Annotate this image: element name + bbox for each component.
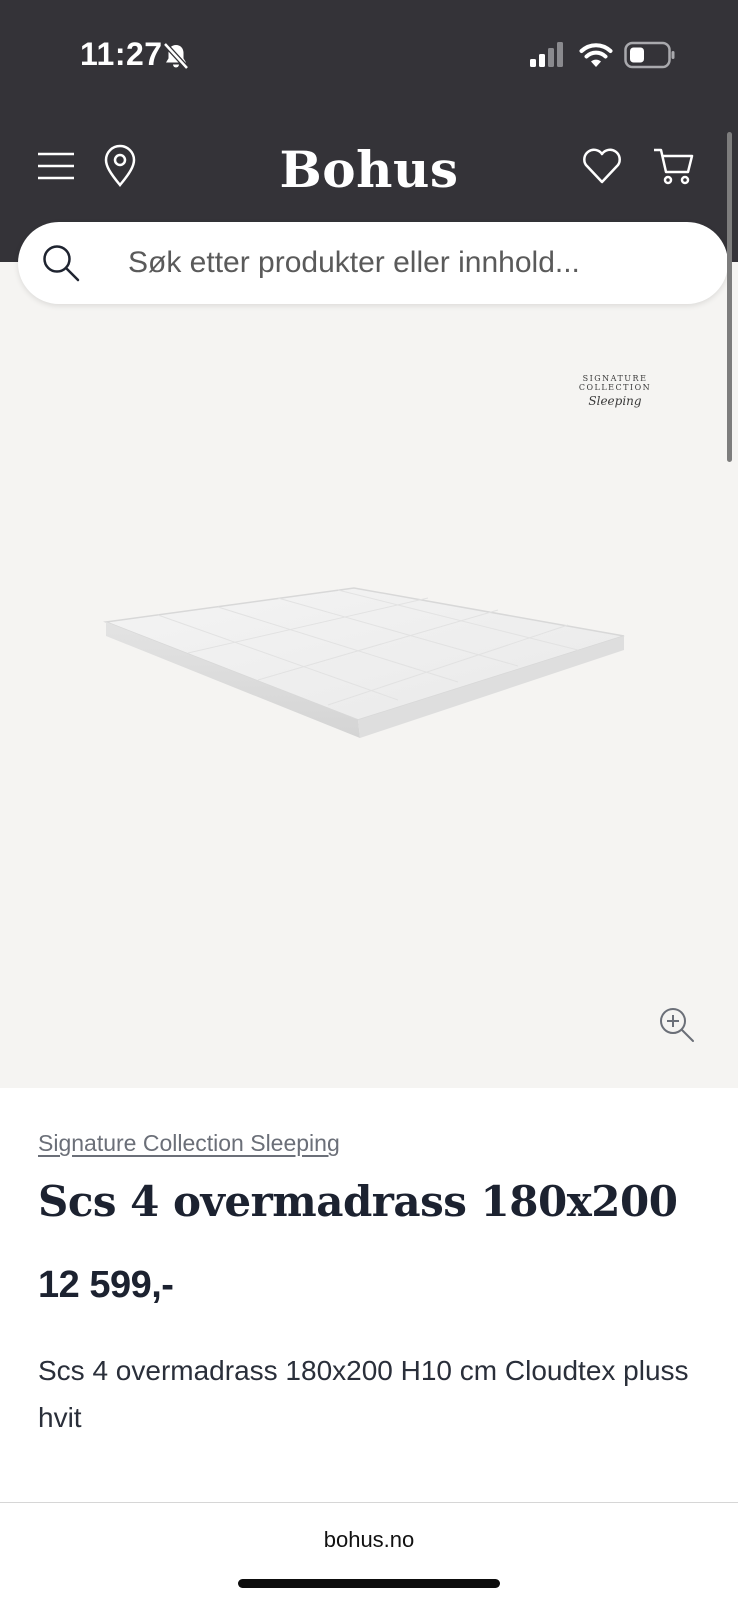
browser-address-bar[interactable]: bohus.no [0,1502,738,1600]
product-title: Scs 4 overmadrass 180x200 [38,1177,678,1226]
zoom-in-icon[interactable] [658,1006,696,1044]
search-input[interactable] [128,240,698,286]
search-bar[interactable] [18,222,728,304]
heart-icon[interactable] [580,144,624,188]
cart-icon[interactable] [652,144,696,188]
home-indicator[interactable] [238,1579,500,1588]
status-time: 11:27 [80,36,163,72]
wifi-icon [579,43,613,67]
product-description: Scs 4 overmadrass 180x200 H10 cm Cloudte… [38,1355,689,1433]
cellular-signal-icon [530,42,563,67]
battery-icon [624,41,675,69]
product-info: Signature Collection Sleeping Scs 4 over… [38,1130,718,1441]
badge-line-1: SIGNATURE COLLECTION [578,374,652,392]
product-image-gallery[interactable]: SIGNATURE COLLECTION Sleeping [0,262,738,1088]
scrollbar-thumb[interactable] [727,132,732,462]
brand-logo[interactable]: Bohus [0,140,738,199]
search-icon[interactable] [40,242,82,284]
mattress-image [103,587,625,738]
site-header: Bohus [0,130,738,210]
url-label[interactable]: bohus.no [0,1527,738,1553]
badge-line-2: Sleeping [588,394,642,408]
signature-collection-logo: SIGNATURE COLLECTION Sleeping [545,374,685,414]
bell-slash-icon [163,42,189,70]
status-bar: 11:27 [0,0,738,110]
product-price: 12 599,- [38,1264,174,1306]
brand-link[interactable]: Signature Collection Sleeping [38,1130,718,1157]
